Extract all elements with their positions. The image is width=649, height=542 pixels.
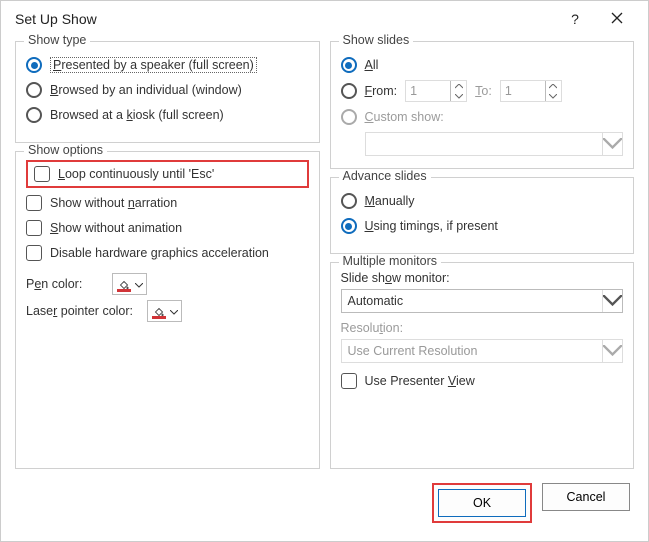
radio-label: Using timings, if present	[365, 219, 498, 233]
radio-speaker[interactable]: Presented by a speaker (full screen)	[26, 55, 309, 75]
close-icon	[611, 11, 623, 27]
group-advance-slides: Advance slides Manually Using timings, i…	[330, 177, 635, 254]
radio-timings[interactable]: Using timings, if present	[341, 216, 624, 236]
highlight-loop-option: Loop continuously until 'Esc'	[26, 160, 309, 188]
spinner-buttons[interactable]	[450, 81, 466, 101]
bucket-icon	[116, 276, 132, 292]
chevron-down-icon	[451, 91, 466, 101]
monitor-combo[interactable]: Automatic	[341, 289, 624, 313]
checkbox-label: Show without narration	[50, 196, 177, 210]
to-label: To:	[475, 84, 492, 98]
resolution-field: Resolution: Use Current Resolution	[341, 321, 624, 363]
checkbox-loop[interactable]	[34, 166, 50, 182]
monitor-field: Slide show monitor: Automatic	[341, 271, 624, 313]
dialog-footer: OK Cancel	[1, 477, 648, 541]
radio-manual[interactable]: Manually	[341, 191, 624, 211]
radio-label: Manually	[365, 194, 415, 208]
checkbox-icon	[26, 245, 42, 261]
chevron-down-icon	[602, 290, 622, 312]
radio-label: All	[365, 58, 379, 72]
check-no-hw-accel[interactable]: Disable hardware graphics acceleration	[26, 243, 309, 263]
radio-icon	[341, 57, 357, 73]
custom-show-combo	[365, 132, 624, 156]
checkbox-icon	[341, 373, 357, 389]
radio-individual[interactable]: Browsed by an individual (window)	[26, 80, 309, 100]
laser-color-picker[interactable]	[147, 300, 182, 322]
close-button[interactable]	[596, 4, 638, 34]
combo-value: Automatic	[342, 294, 603, 308]
help-button[interactable]: ?	[554, 4, 596, 34]
chevron-down-icon	[602, 133, 622, 155]
checkbox-label: Show without animation	[50, 221, 182, 235]
pen-color-label: Pen color:	[26, 277, 82, 291]
checkbox-icon	[26, 220, 42, 236]
resolution-combo: Use Current Resolution	[341, 339, 624, 363]
radio-label: Browsed by an individual (window)	[50, 83, 242, 97]
from-spinner[interactable]	[405, 80, 467, 102]
checkbox-label: Loop continuously until 'Esc'	[58, 167, 214, 181]
check-no-narration[interactable]: Show without narration	[26, 193, 309, 213]
chevron-down-icon	[546, 91, 561, 101]
checkbox-icon	[26, 195, 42, 211]
ok-button[interactable]: OK	[438, 489, 526, 517]
radio-kiosk[interactable]: Browsed at a kiosk (full screen)	[26, 105, 309, 125]
spinner-buttons[interactable]	[545, 81, 561, 101]
group-legend: Show type	[24, 33, 90, 47]
to-input[interactable]	[501, 81, 545, 101]
custom-show-label: Custom show:	[365, 110, 444, 124]
radio-icon	[341, 109, 357, 125]
left-column: Show type Presented by a speaker (full s…	[15, 41, 320, 469]
check-no-animation[interactable]: Show without animation	[26, 218, 309, 238]
chevron-down-icon	[135, 277, 143, 291]
from-input[interactable]	[406, 81, 450, 101]
chevron-down-icon	[602, 340, 622, 362]
group-show-options: Show options Loop continuously until 'Es…	[15, 151, 320, 469]
group-legend: Advance slides	[339, 169, 431, 183]
help-icon: ?	[571, 11, 579, 27]
resolution-label: Resolution:	[341, 321, 624, 335]
pen-color-row: Pen color:	[26, 273, 309, 295]
group-show-type: Show type Presented by a speaker (full s…	[15, 41, 320, 143]
right-column: Show slides All From: To:	[330, 41, 635, 469]
from-label: From:	[365, 84, 398, 98]
checkbox-label: Disable hardware graphics acceleration	[50, 246, 269, 260]
titlebar: Set Up Show ?	[1, 1, 648, 37]
chevron-up-icon	[451, 81, 466, 91]
bucket-icon	[151, 303, 167, 319]
cancel-button[interactable]: Cancel	[542, 483, 630, 511]
group-legend: Show slides	[339, 33, 414, 47]
radio-label: Browsed at a kiosk (full screen)	[50, 108, 224, 122]
to-spinner[interactable]	[500, 80, 562, 102]
checkbox-label: Use Presenter View	[365, 374, 475, 388]
group-legend: Multiple monitors	[339, 254, 441, 268]
radio-all-slides[interactable]: All	[341, 55, 624, 75]
radio-icon	[341, 218, 357, 234]
setup-show-dialog: Set Up Show ? Show type Presented by a s…	[0, 0, 649, 542]
radio-from-to[interactable]: From: To:	[341, 80, 624, 102]
radio-label: Presented by a speaker (full screen)	[50, 57, 257, 73]
radio-icon	[341, 83, 357, 99]
pen-color-picker[interactable]	[112, 273, 147, 295]
dialog-body: Show type Presented by a speaker (full s…	[1, 37, 648, 477]
radio-custom-show: Custom show:	[341, 107, 624, 127]
custom-show-combo-wrap	[341, 132, 624, 156]
radio-icon	[26, 57, 42, 73]
chevron-down-icon	[170, 304, 178, 318]
group-multiple-monitors: Multiple monitors Slide show monitor: Au…	[330, 262, 635, 469]
radio-icon	[341, 193, 357, 209]
highlight-ok-button: OK	[432, 483, 532, 523]
laser-color-label: Laser pointer color:	[26, 304, 133, 318]
chevron-up-icon	[546, 81, 561, 91]
radio-icon	[26, 82, 42, 98]
combo-value: Use Current Resolution	[342, 344, 603, 358]
group-show-slides: Show slides All From: To:	[330, 41, 635, 169]
radio-icon	[26, 107, 42, 123]
dialog-title: Set Up Show	[15, 11, 554, 27]
monitor-label: Slide show monitor:	[341, 271, 624, 285]
group-legend: Show options	[24, 143, 107, 157]
check-presenter-view[interactable]: Use Presenter View	[341, 371, 624, 391]
laser-color-row: Laser pointer color:	[26, 300, 309, 322]
